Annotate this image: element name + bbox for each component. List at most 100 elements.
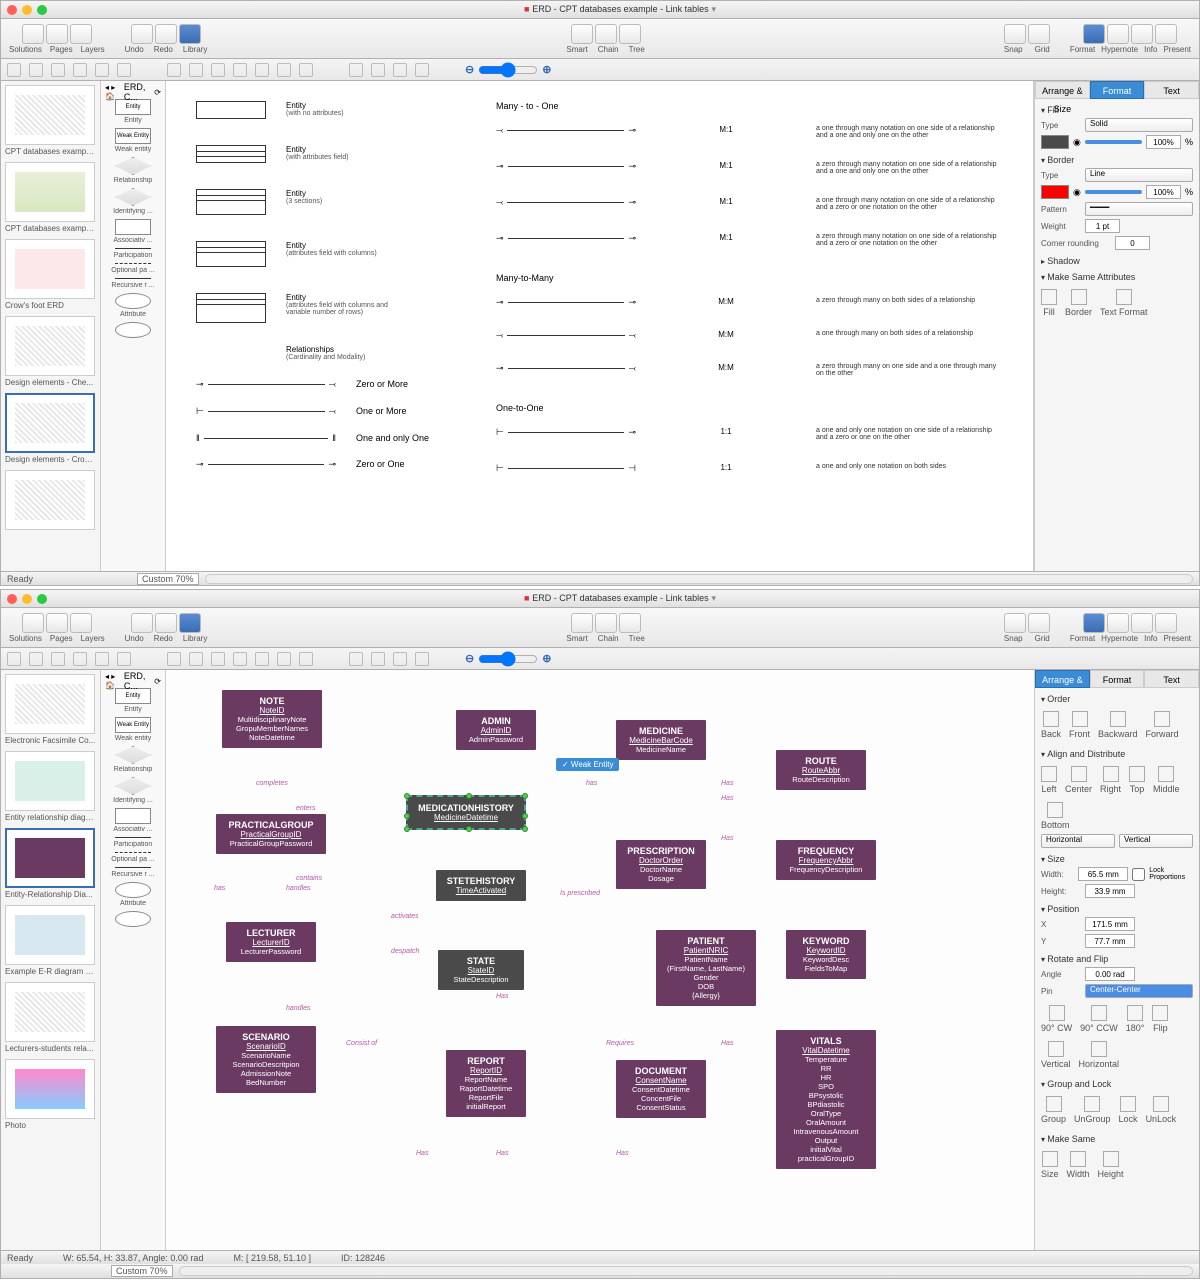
same-width-button[interactable]: Width (1067, 1151, 1090, 1179)
same-height-button[interactable]: Height (1098, 1151, 1124, 1179)
grid-button[interactable] (1028, 24, 1050, 44)
color-picker-icon[interactable]: ◉ (1073, 187, 1081, 198)
order-forward-button[interactable]: Forward (1146, 711, 1179, 739)
hypernote-button[interactable] (1107, 613, 1129, 633)
close-icon[interactable] (7, 594, 17, 604)
entity-state[interactable]: STATEStateIDStateDescription (438, 950, 524, 990)
entity-keyword[interactable]: KEYWORDKeywordIDKeywordDescFieldsToMap (786, 930, 866, 979)
entity-vitals[interactable]: VITALSVitalDatetimeTemperatureRRHRSPOBPs… (776, 1030, 876, 1169)
page-thumb[interactable] (5, 85, 95, 145)
lib-shape-associative[interactable] (115, 219, 151, 235)
tool-icon[interactable] (255, 652, 269, 666)
library-button[interactable] (179, 24, 201, 44)
unlock-button[interactable]: UnLock (1146, 1096, 1177, 1124)
rotate-cw-button[interactable]: 90° CW (1041, 1005, 1072, 1033)
maximize-icon[interactable] (37, 594, 47, 604)
rotate-ccw-button[interactable]: 90° CCW (1080, 1005, 1118, 1033)
tool-icon[interactable] (371, 652, 385, 666)
lib-breadcrumb[interactable]: ◂ ▸ 🏠 ERD, C... ⟳ (105, 674, 161, 688)
y-input[interactable] (1085, 934, 1135, 948)
lib-shape-attribute[interactable] (115, 882, 151, 898)
lib-shape-associative[interactable] (115, 808, 151, 824)
chain-button[interactable] (595, 613, 617, 633)
entity-stetehistory[interactable]: STETEHISTORYTimeActivated (436, 870, 526, 901)
page-thumb[interactable] (5, 674, 95, 734)
smart-button[interactable] (571, 613, 593, 633)
same-text-button[interactable]: Text Format (1100, 289, 1148, 317)
tool-icon[interactable] (117, 63, 131, 77)
rotate-180-button[interactable]: 180° (1126, 1005, 1145, 1033)
tool-icon[interactable] (73, 63, 87, 77)
horizontal-scrollbar[interactable] (179, 1266, 1193, 1276)
page-thumb[interactable] (5, 316, 95, 376)
x-input[interactable] (1085, 917, 1135, 931)
tool-icon[interactable] (393, 652, 407, 666)
info-button[interactable] (1131, 24, 1153, 44)
align-bottom-button[interactable]: Bottom (1041, 802, 1070, 830)
hypernote-button[interactable] (1107, 24, 1129, 44)
lib-shape-identifying[interactable] (115, 777, 151, 795)
tool-icon[interactable] (95, 652, 109, 666)
canvas[interactable]: Entity(with no attributes) Entity(with a… (166, 81, 1034, 571)
titlebar[interactable]: ■ ERD - CPT databases example - Link tab… (1, 590, 1199, 608)
entity-prescription[interactable]: PRESCRIPTIONDoctorOrderDoctorNameDosage (616, 840, 706, 889)
ungroup-button[interactable]: UnGroup (1074, 1096, 1111, 1124)
flip-h-button[interactable]: Horizontal (1079, 1041, 1120, 1069)
tool-icon[interactable] (29, 652, 43, 666)
redo-button[interactable] (155, 24, 177, 44)
solutions-button[interactable] (22, 613, 44, 633)
maximize-icon[interactable] (37, 5, 47, 15)
layers-button[interactable] (70, 613, 92, 633)
tool-icon[interactable] (211, 63, 225, 77)
tool-icon[interactable] (299, 652, 313, 666)
border-opacity-input[interactable] (1146, 185, 1181, 199)
page-thumb[interactable] (5, 905, 95, 965)
order-backward-button[interactable]: Backward (1098, 711, 1138, 739)
close-icon[interactable] (7, 5, 17, 15)
align-center-button[interactable]: Center (1065, 766, 1092, 794)
lib-shape-relationship[interactable] (115, 157, 151, 175)
align-right-button[interactable]: Right (1100, 766, 1121, 794)
color-picker-icon[interactable]: ◉ (1073, 137, 1081, 148)
page-thumb[interactable] (5, 982, 95, 1042)
entity-admin[interactable]: ADMINAdminIDAdminPassword (456, 710, 536, 750)
tool-icon[interactable] (371, 63, 385, 77)
page-thumb-selected[interactable] (5, 828, 95, 888)
entity-practicalgroup[interactable]: PRACTICALGROUPPracticalGroupIDPracticalG… (216, 814, 326, 854)
border-type-select[interactable]: Line (1085, 168, 1193, 182)
tool-icon[interactable] (7, 63, 21, 77)
chain-button[interactable] (595, 24, 617, 44)
entity-medicine[interactable]: MEDICINEMedicineBarCodeMedicineName (616, 720, 706, 760)
lib-shape-weak-entity[interactable]: Weak Entity (115, 128, 151, 144)
border-color-swatch[interactable] (1041, 185, 1069, 199)
entity-document[interactable]: DOCUMENTConsentNameConsentDatetimeConcen… (616, 1060, 706, 1118)
page-thumb[interactable] (5, 1059, 95, 1119)
group-button[interactable]: Group (1041, 1096, 1066, 1124)
tool-icon[interactable] (117, 652, 131, 666)
tool-icon[interactable] (29, 63, 43, 77)
tab-arrange[interactable]: Arrange & Size (1035, 670, 1090, 688)
present-button[interactable] (1155, 24, 1177, 44)
tool-icon[interactable] (167, 652, 181, 666)
distribute-h-select[interactable]: Horizontal (1041, 834, 1115, 848)
snap-button[interactable] (1004, 24, 1026, 44)
tool-icon[interactable] (277, 652, 291, 666)
tab-arrange[interactable]: Arrange & Size (1035, 81, 1090, 99)
tool-icon[interactable] (7, 652, 21, 666)
order-back-button[interactable]: Back (1041, 711, 1061, 739)
entity-note[interactable]: NOTENoteIDMultidisciplinaryNoteGropuMemb… (222, 690, 322, 748)
tool-icon[interactable] (299, 63, 313, 77)
tool-icon[interactable] (415, 652, 429, 666)
zoom-slider[interactable]: ⊖⊕ (465, 651, 551, 667)
tool-icon[interactable] (73, 652, 87, 666)
tool-icon[interactable] (211, 652, 225, 666)
titlebar[interactable]: ■ ERD - CPT databases example - Link tab… (1, 1, 1199, 19)
width-input[interactable] (1078, 867, 1128, 881)
same-size-button[interactable]: Size (1041, 1151, 1059, 1179)
tool-icon[interactable] (349, 63, 363, 77)
lib-shape-participation[interactable] (115, 837, 151, 839)
tool-icon[interactable] (51, 652, 65, 666)
lib-shape-attribute[interactable] (115, 293, 151, 309)
distribute-v-select[interactable]: Vertical (1119, 834, 1193, 848)
lib-shape-optional[interactable] (115, 852, 151, 854)
